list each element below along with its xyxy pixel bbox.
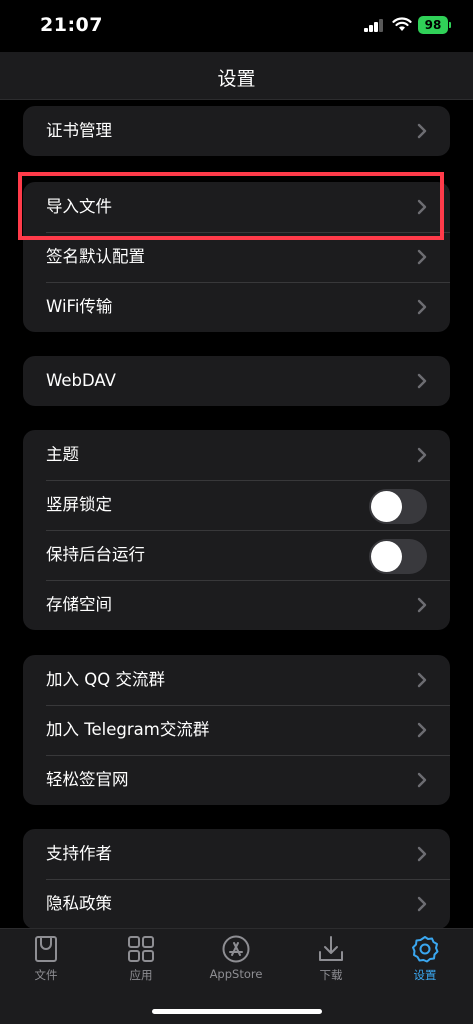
chevron-right-icon xyxy=(417,722,427,738)
row-label: WiFi传输 xyxy=(46,297,113,316)
home-indicator xyxy=(152,1009,322,1014)
keep-background-toggle[interactable] xyxy=(369,539,427,574)
portrait-lock-toggle[interactable] xyxy=(369,489,427,524)
tab-appstore[interactable]: AppStore xyxy=(196,934,276,990)
battery-icon: 98 xyxy=(418,16,451,34)
row-support-author[interactable]: 支持作者 xyxy=(23,829,450,879)
status-bar: 21:07 98 xyxy=(0,0,473,52)
page-title: 设置 xyxy=(217,68,256,90)
row-webdav[interactable]: WebDAV xyxy=(23,356,450,406)
row-label: 支持作者 xyxy=(46,844,112,863)
settings-group-general: 主题 竖屏锁定 保持后台运行 存储空间 xyxy=(23,430,450,630)
row-label: 证书管理 xyxy=(46,121,112,140)
wifi-icon xyxy=(392,17,412,31)
row-privacy-policy[interactable]: 隐私政策 xyxy=(23,879,450,928)
row-label: 保持后台运行 xyxy=(46,545,145,564)
row-label: 加入 Telegram交流群 xyxy=(46,720,210,739)
download-icon xyxy=(319,936,343,961)
chevron-right-icon xyxy=(417,447,427,463)
tab-apps[interactable]: 应用 xyxy=(101,934,181,990)
navigation-bar: 设置 xyxy=(0,52,473,100)
chevron-right-icon xyxy=(417,896,427,912)
chevron-right-icon xyxy=(417,772,427,788)
settings-group-webdav: WebDAV xyxy=(23,356,450,406)
row-label: 主题 xyxy=(46,445,79,464)
toggle-knob xyxy=(371,491,402,522)
chevron-right-icon xyxy=(417,249,427,265)
tab-files[interactable]: 文件 xyxy=(6,934,86,990)
chevron-right-icon xyxy=(417,846,427,862)
row-label: WebDAV xyxy=(46,371,116,390)
appstore-icon xyxy=(222,935,250,963)
status-time: 21:07 xyxy=(40,14,103,36)
settings-list[interactable]: 证书管理 导入文件 签名默认配置 WiFi传输 WebDAV 主题 竖屏锁定 保… xyxy=(0,100,473,928)
row-label: 竖屏锁定 xyxy=(46,495,112,514)
chevron-right-icon xyxy=(417,299,427,315)
cellular-signal-icon xyxy=(364,19,384,32)
tab-settings[interactable]: 设置 xyxy=(385,934,465,990)
row-certificate-management[interactable]: 证书管理 xyxy=(23,106,450,156)
grid-icon xyxy=(128,936,154,962)
row-official-website[interactable]: 轻松签官网 xyxy=(23,755,450,805)
tab-label: 设置 xyxy=(413,968,437,982)
settings-group-about: 支持作者 隐私政策 xyxy=(23,829,450,928)
chevron-right-icon xyxy=(417,672,427,688)
settings-group-community: 加入 QQ 交流群 加入 Telegram交流群 轻松签官网 xyxy=(23,655,450,805)
row-label: 存储空间 xyxy=(46,595,112,614)
settings-group-certificates: 证书管理 xyxy=(23,106,450,156)
tab-label: 文件 xyxy=(34,968,58,982)
row-join-telegram-group[interactable]: 加入 Telegram交流群 xyxy=(23,705,450,755)
gear-icon xyxy=(412,936,439,963)
file-icon xyxy=(35,936,57,962)
row-storage[interactable]: 存储空间 xyxy=(23,580,450,630)
row-portrait-lock: 竖屏锁定 xyxy=(23,480,450,530)
highlight-box xyxy=(18,172,444,240)
tab-downloads[interactable]: 下载 xyxy=(291,934,371,990)
row-keep-background-running: 保持后台运行 xyxy=(23,530,450,580)
row-theme[interactable]: 主题 xyxy=(23,430,450,480)
toggle-knob xyxy=(371,541,402,572)
row-wifi-transfer[interactable]: WiFi传输 xyxy=(23,282,450,332)
tab-label: 下载 xyxy=(319,968,343,982)
chevron-right-icon xyxy=(417,597,427,613)
row-join-qq-group[interactable]: 加入 QQ 交流群 xyxy=(23,655,450,705)
chevron-right-icon xyxy=(417,123,427,139)
row-label: 加入 QQ 交流群 xyxy=(46,670,165,689)
row-label: 轻松签官网 xyxy=(46,770,129,789)
chevron-right-icon xyxy=(417,373,427,389)
row-label: 隐私政策 xyxy=(46,894,112,913)
tab-label: AppStore xyxy=(209,967,263,981)
tab-label: 应用 xyxy=(129,968,153,982)
